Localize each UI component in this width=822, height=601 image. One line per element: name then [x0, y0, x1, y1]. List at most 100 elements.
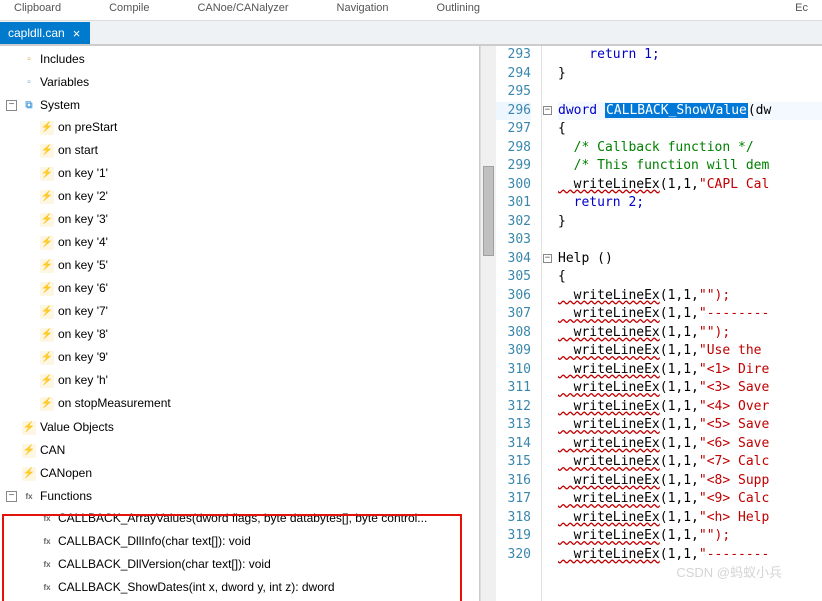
line-num: 300: [496, 176, 531, 195]
tree-label: on key '4': [58, 233, 108, 252]
fold-icon[interactable]: −: [543, 106, 552, 115]
code-area[interactable]: return 1; } dword CALLBACK_ShowValue(dw …: [556, 46, 822, 601]
code-line: writeLineEx(1,1,"<3> Save: [558, 379, 822, 398]
code-line: /* This function will dem: [558, 157, 822, 176]
event-icon: ⚡: [40, 351, 54, 365]
line-num: 303: [496, 231, 531, 250]
line-gutter: 293 294 295 296 297 298 299 300 301 302 …: [496, 46, 542, 601]
code-line: dword CALLBACK_ShowValue(dw: [558, 102, 822, 121]
tree-fn-dllinfo[interactable]: fxCALLBACK_DllInfo(char text[]): void: [36, 531, 479, 552]
tree-includes[interactable]: ▫Includes: [18, 49, 479, 70]
tree-scrollbar[interactable]: [480, 46, 496, 601]
code-line: writeLineEx(1,1,"<6> Save: [558, 435, 822, 454]
tree-item-key3[interactable]: ⚡ on key '3': [36, 209, 479, 230]
line-num: 304: [496, 250, 531, 269]
folder-icon: ⚡: [22, 421, 36, 435]
line-num: 318: [496, 509, 531, 528]
line-num: 316: [496, 472, 531, 491]
event-icon: ⚡: [40, 167, 54, 181]
code-line: }: [558, 65, 822, 84]
tree-canopen[interactable]: ⚡ CANopen: [18, 463, 479, 484]
line-num: 313: [496, 416, 531, 435]
tree-item-start[interactable]: ⚡ on start: [36, 140, 479, 161]
event-icon: ⚡: [40, 236, 54, 250]
code-line: return 1;: [558, 46, 822, 65]
event-icon: ⚡: [40, 213, 54, 227]
line-num: 297: [496, 120, 531, 139]
tree-label: CALLBACK_ShowDates(int x, dword y, int z…: [58, 578, 335, 597]
menu-item[interactable]: Ec: [791, 2, 812, 14]
event-icon: ⚡: [40, 328, 54, 342]
menu-item[interactable]: Compile: [105, 2, 153, 14]
code-line: [558, 83, 822, 102]
tree-variables[interactable]: ▫Variables: [18, 72, 479, 93]
collapse-icon[interactable]: −: [6, 491, 17, 502]
tree-can[interactable]: ⚡ CAN: [18, 440, 479, 461]
event-icon: ⚡: [40, 144, 54, 158]
menu-item[interactable]: Clipboard: [10, 2, 65, 14]
fn-icon: fx: [40, 581, 54, 595]
main-area: ▫Includes ▫Variables −⧉System ⚡on preSta…: [0, 45, 822, 601]
tree-item-key9[interactable]: ⚡ on key '9': [36, 347, 479, 368]
event-icon: ⚡: [40, 397, 54, 411]
tree-fn-showdates[interactable]: fx CALLBACK_ShowDates(int x, dword y, int…: [36, 577, 479, 598]
symbol-tree[interactable]: ▫Includes ▫Variables −⧉System ⚡on preSta…: [0, 46, 480, 601]
code-line: writeLineEx(1,1,"<9> Calc: [558, 490, 822, 509]
line-num: 293: [496, 46, 531, 65]
tree-item-key7[interactable]: ⚡on key '7': [36, 301, 479, 322]
menubar: Clipboard Compile CANoe/CANalyzer Naviga…: [0, 0, 822, 21]
fn-icon: fx: [40, 535, 54, 549]
line-num: 312: [496, 398, 531, 417]
tree-item-key4[interactable]: ⚡ on key '4': [36, 232, 479, 253]
code-line: }: [558, 213, 822, 232]
tree-item-key5[interactable]: ⚡ on key '5': [36, 255, 479, 276]
tree-label: on key '3': [58, 210, 108, 229]
tree-label: on start: [58, 141, 98, 160]
tree-item-key2[interactable]: ⚡on key '2': [36, 186, 479, 207]
tree-functions[interactable]: −fxFunctions: [18, 486, 479, 507]
tree-fn-arrayvalues[interactable]: fxCALLBACK_ArrayValues(dword flags, byte…: [36, 508, 479, 529]
tree-label: on key '5': [58, 256, 108, 275]
collapse-icon[interactable]: −: [6, 100, 17, 111]
file-tab[interactable]: capldll.can ×: [0, 22, 90, 44]
folder-icon: ⚡: [22, 444, 36, 458]
event-icon: ⚡: [40, 374, 54, 388]
scrollbar-thumb[interactable]: [483, 166, 494, 256]
tree-system[interactable]: −⧉System: [18, 95, 479, 116]
tree-label: CANopen: [40, 464, 92, 483]
functions-icon: fx: [22, 490, 36, 504]
menu-item[interactable]: CANoe/CANalyzer: [193, 2, 292, 14]
close-icon[interactable]: ×: [71, 27, 83, 40]
menu-item[interactable]: Navigation: [333, 2, 393, 14]
tree-item-keyh[interactable]: ⚡on key 'h': [36, 370, 479, 391]
tree-label: CALLBACK_DllVersion(char text[]): void: [58, 555, 271, 574]
fn-icon: fx: [40, 512, 54, 526]
code-line: [558, 231, 822, 250]
line-num: 320: [496, 546, 531, 565]
line-num: 307: [496, 305, 531, 324]
tree-item-key1[interactable]: ⚡on key '1': [36, 163, 479, 184]
tree-label: CAN: [40, 441, 65, 460]
tree-fn-dllversion[interactable]: fxCALLBACK_DllVersion(char text[]): void: [36, 554, 479, 575]
code-line: /* Callback function */: [558, 139, 822, 158]
tree-item-prestart[interactable]: ⚡on preStart: [36, 117, 479, 138]
folder-icon: ⚡: [22, 467, 36, 481]
line-num: 295: [496, 83, 531, 102]
menu-item[interactable]: Outlining: [433, 2, 484, 14]
tree-value-objects[interactable]: ⚡Value Objects: [18, 417, 479, 438]
fold-column: − −: [542, 46, 556, 601]
code-editor[interactable]: 293 294 295 296 297 298 299 300 301 302 …: [496, 46, 822, 601]
tree-label: on key '9': [58, 348, 108, 367]
code-line: writeLineEx(1,1,"<1> Dire: [558, 361, 822, 380]
event-icon: ⚡: [40, 259, 54, 273]
fold-icon[interactable]: −: [543, 254, 552, 263]
code-line: {: [558, 268, 822, 287]
tree-item-key6[interactable]: ⚡on key '6': [36, 278, 479, 299]
tree-label: on stopMeasurement: [58, 394, 171, 413]
tree-item-key8[interactable]: ⚡on key '8': [36, 324, 479, 345]
code-line: {: [558, 120, 822, 139]
line-num: 305: [496, 268, 531, 287]
code-line: writeLineEx(1,1,"CAPL Cal: [558, 176, 822, 195]
tree-item-stop[interactable]: ⚡ on stopMeasurement: [36, 393, 479, 414]
code-line: writeLineEx(1,1,"--------: [558, 305, 822, 324]
